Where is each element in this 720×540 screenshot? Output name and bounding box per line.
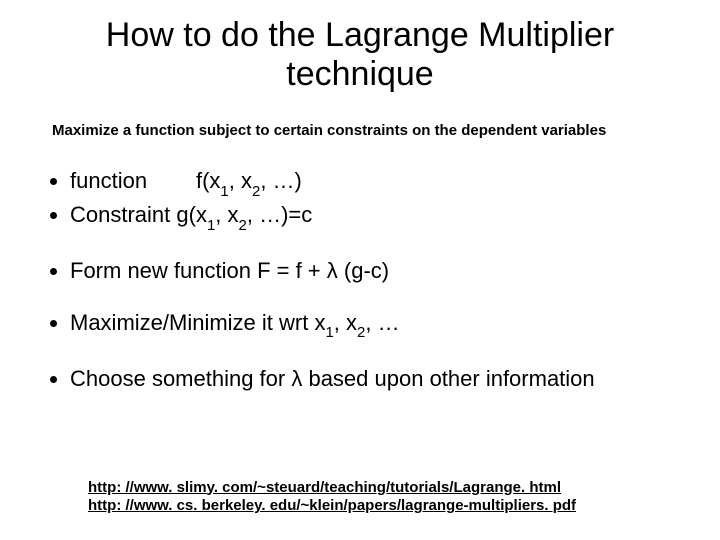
spacer <box>30 287 690 309</box>
text: , x <box>229 168 252 193</box>
text: Constraint g(x <box>70 202 207 227</box>
bullet-form-F: Form new function F = f + λ (g-c) <box>70 257 690 285</box>
subscript: 2 <box>252 183 260 200</box>
text: Choose something for <box>70 366 291 391</box>
text: , …) <box>260 168 302 193</box>
bullet-function: function f(x1, x2, …) <box>70 167 690 199</box>
text: , x <box>215 202 238 227</box>
page-title: How to do the Lagrange Multiplier techni… <box>30 16 690 94</box>
bullet-list: Maximize/Minimize it wrt x1, x2, … <box>30 309 690 341</box>
subscript: 2 <box>357 324 365 341</box>
bullet-choose-lambda: Choose something for λ based upon other … <box>70 365 690 393</box>
bullet-constraint: Constraint g(x1, x2, …)=c <box>70 201 690 233</box>
subscript: 1 <box>325 324 333 341</box>
text: , x <box>334 310 357 335</box>
subscript: 2 <box>239 217 247 234</box>
bullet-list: Choose something for λ based upon other … <box>30 365 690 393</box>
text: , …)=c <box>247 202 312 227</box>
text: f(x <box>196 168 220 193</box>
link-berkeley[interactable]: http: //www. cs. berkeley. edu/~klein/pa… <box>88 497 576 514</box>
spacer <box>30 343 690 365</box>
reference-links: http: //www. slimy. com/~steuard/teachin… <box>88 479 576 517</box>
lambda: λ <box>327 258 338 283</box>
text: , … <box>365 310 399 335</box>
text: (g-c) <box>338 258 389 283</box>
link-slimy[interactable]: http: //www. slimy. com/~steuard/teachin… <box>88 479 561 496</box>
spacer <box>30 235 690 257</box>
bullet-list: function f(x1, x2, …) Constraint g(x1, x… <box>30 167 690 233</box>
lambda: λ <box>291 366 302 391</box>
subscript: 1 <box>207 217 215 234</box>
bullet-maximize: Maximize/Minimize it wrt x1, x2, … <box>70 309 690 341</box>
text: based upon other information <box>302 366 594 391</box>
subscript: 1 <box>220 183 228 200</box>
slide: How to do the Lagrange Multiplier techni… <box>0 0 720 540</box>
bullet-list: Form new function F = f + λ (g-c) <box>30 257 690 285</box>
text: function <box>70 168 147 193</box>
text: Form new function F = f + <box>70 258 327 283</box>
subtitle: Maximize a function subject to certain c… <box>52 122 690 139</box>
text: Maximize/Minimize it wrt x <box>70 310 325 335</box>
